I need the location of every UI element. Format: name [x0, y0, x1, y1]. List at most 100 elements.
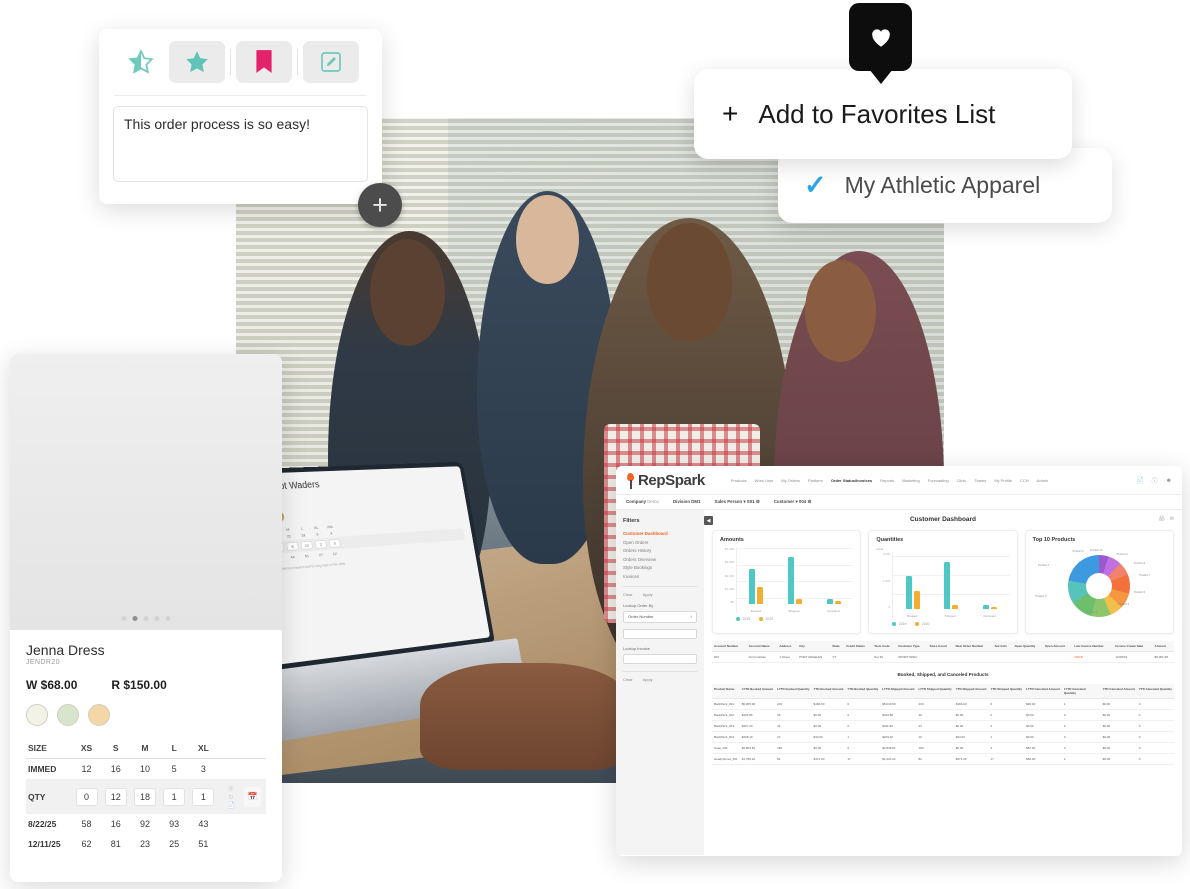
qty-input[interactable]: 12 [104, 787, 127, 806]
refresh-icon[interactable]: ↻ [228, 794, 233, 801]
nav-teams[interactable]: Teams [974, 478, 986, 483]
col-lytd-shipped-amount[interactable]: LYTD Shipped Amount [880, 684, 917, 700]
sidebar-item-open-orders[interactable]: Open Orders [623, 540, 697, 545]
col-open-amount[interactable]: Open Amount [1042, 641, 1073, 653]
col-lytd-booked-amount[interactable]: LYTD Booked Amount [739, 684, 776, 700]
product-image[interactable] [10, 354, 282, 630]
laptop-qty-input[interactable]: 0 [328, 538, 342, 548]
nav-work-lists[interactable]: Work Lists [755, 478, 774, 483]
help-icon[interactable]: ⓘ [1152, 476, 1158, 485]
col-ytd-canceled-amount[interactable]: YTD Canceled Amount [1100, 684, 1137, 700]
col-state[interactable]: State [830, 641, 845, 653]
bookmark-icon[interactable] [236, 41, 292, 83]
col-account-number[interactable]: Account Number [712, 641, 747, 653]
col-lytd-canceled-quantity[interactable]: LYTD Canceled Quantity [1061, 684, 1101, 700]
sidebar-item-style-bookings[interactable]: Style Bookings [623, 565, 697, 570]
col-customer-type[interactable]: Customer Type [896, 641, 928, 653]
nav-order-status-invoices[interactable]: Order Status/Invoices [831, 478, 872, 483]
col-ytd-shipped-amount[interactable]: YTD Shipped Amount [953, 684, 989, 700]
apply-button[interactable]: Apply [643, 592, 653, 597]
col-ytd-canceled-quantity[interactable]: YTD Canceled Quantity [1136, 684, 1174, 700]
carousel-dot[interactable] [165, 616, 171, 621]
carousel-dot[interactable] [143, 616, 149, 621]
col-ytd-shipped-quantity[interactable]: YTD Shipped Quantity [988, 684, 1025, 700]
breadcrumb-company[interactable]: Company Demo [626, 499, 659, 505]
nav-reports[interactable]: Reports [880, 478, 894, 483]
qty-cell[interactable]: 12 [101, 779, 130, 814]
color-swatch[interactable] [26, 704, 48, 726]
qty-cell[interactable]: 1 [189, 779, 218, 814]
carousel-dots[interactable] [121, 616, 171, 621]
star-half-icon[interactable] [113, 41, 169, 83]
col-credit-status[interactable]: Credit Status [844, 641, 873, 653]
add-button[interactable]: + [358, 183, 402, 227]
nav-admin[interactable]: Admin [1037, 478, 1048, 483]
user-icon[interactable]: ☻ [1166, 478, 1172, 484]
copy-icon[interactable]: 📄 [227, 802, 234, 809]
carousel-dot[interactable] [154, 616, 160, 621]
nav-products[interactable]: Products [731, 478, 747, 483]
calendar-icon[interactable]: 📅 [244, 786, 261, 807]
clear-button-2[interactable]: Clear [623, 677, 633, 682]
col-ytd-booked-quantity[interactable]: YTD Booked Quantity [845, 684, 881, 700]
carousel-dot[interactable] [121, 616, 127, 621]
clear-button[interactable]: Clear [623, 592, 633, 597]
laptop-qty-input[interactable]: 6 [286, 541, 300, 551]
col-ytd-booked-amount[interactable]: YTD Booked Amount [811, 684, 846, 700]
color-swatch[interactable] [88, 704, 110, 726]
sidebar-item-invoices[interactable]: Invoices [623, 574, 697, 579]
repspark-logo[interactable]: RepSpark [626, 472, 705, 489]
col-store-count[interactable]: Store Count [927, 641, 954, 653]
document-icon[interactable]: 📄 [1136, 477, 1143, 484]
clear-icon[interactable]: ⓪ [228, 784, 234, 793]
qty-input[interactable]: 1 [192, 787, 215, 806]
nav-my-profile[interactable]: My Profile [994, 478, 1012, 483]
breadcrumb-division[interactable]: Division DM1 [673, 499, 701, 505]
qty-cell[interactable]: 18 [130, 779, 159, 814]
col-lytd-canceled-amount[interactable]: LYTD Canceled Amount [1024, 684, 1062, 700]
sidebar-item-orders-history[interactable]: Orders History [623, 548, 697, 553]
col-address[interactable]: Address [777, 641, 798, 653]
nav-my-orders[interactable]: My Orders [781, 478, 800, 483]
col-amount[interactable]: Amount [1152, 641, 1174, 653]
favorites-list-item[interactable]: ✓ My Athletic Apparel [778, 148, 1112, 223]
nav-forecasting[interactable]: Forecasting [928, 478, 949, 483]
print-icon[interactable]: 🖨 [1158, 516, 1164, 522]
qty-input[interactable]: 0 [75, 787, 98, 806]
col-sort-info[interactable]: Sort Info [992, 641, 1013, 653]
qty-input[interactable]: 18 [133, 787, 156, 806]
lookup-invoice-input[interactable] [623, 653, 697, 664]
lookup-order-input[interactable] [623, 628, 697, 639]
col-city[interactable]: City [797, 641, 831, 653]
collapse-sidebar-button[interactable]: ◀ [704, 516, 713, 525]
nav-clinic[interactable]: Clinic [957, 478, 967, 483]
col-product-name[interactable]: Product Name [712, 684, 740, 700]
sidebar-item-customer-dashboard[interactable]: Customer Dashboard [623, 531, 697, 536]
apply-button-2[interactable]: Apply [643, 677, 653, 682]
qty-input[interactable]: 1 [163, 787, 186, 806]
breadcrumb-sales-person[interactable]: Sales Person ▾ S01 ⚙ [715, 499, 760, 505]
col-invoice-create-date[interactable]: Invoice Create Date [1113, 641, 1153, 653]
qty-cell[interactable]: 0 [72, 779, 101, 814]
col-term-code[interactable]: Term Code [872, 641, 897, 653]
qty-actions[interactable]: ⓪ ↻ 📄 [218, 779, 244, 814]
nav-marketing[interactable]: Marketing [902, 478, 920, 483]
calendar-cell[interactable]: 📅 [244, 779, 266, 814]
col-lytd-shipped-quantity[interactable]: LYTD Shipped Quantity [916, 684, 954, 700]
sidebar-item-orders-overview[interactable]: Orders Overview [623, 557, 697, 562]
star-filled-icon[interactable] [169, 41, 225, 83]
carousel-dot-active[interactable] [132, 616, 138, 621]
qty-cell[interactable]: 1 [160, 779, 189, 814]
laptop-qty-input[interactable]: 2 [314, 539, 328, 549]
col-open-quantity[interactable]: Open Quantity [1012, 641, 1043, 653]
nav-platform[interactable]: Platform [808, 478, 823, 483]
color-swatches[interactable] [26, 704, 266, 726]
col-lytd-booked-quantity[interactable]: LYTD Booked Quantity [775, 684, 812, 700]
email-icon[interactable]: ✉ [1170, 516, 1174, 522]
color-swatch[interactable] [57, 704, 79, 726]
lookup-order-select[interactable]: Order Number ↕ [623, 610, 697, 623]
edit-note-icon[interactable] [303, 41, 359, 83]
note-text[interactable]: This order process is so easy! [113, 106, 368, 182]
nav-cch[interactable]: CCH [1020, 478, 1029, 483]
col-account-name[interactable]: Account Name [746, 641, 778, 653]
